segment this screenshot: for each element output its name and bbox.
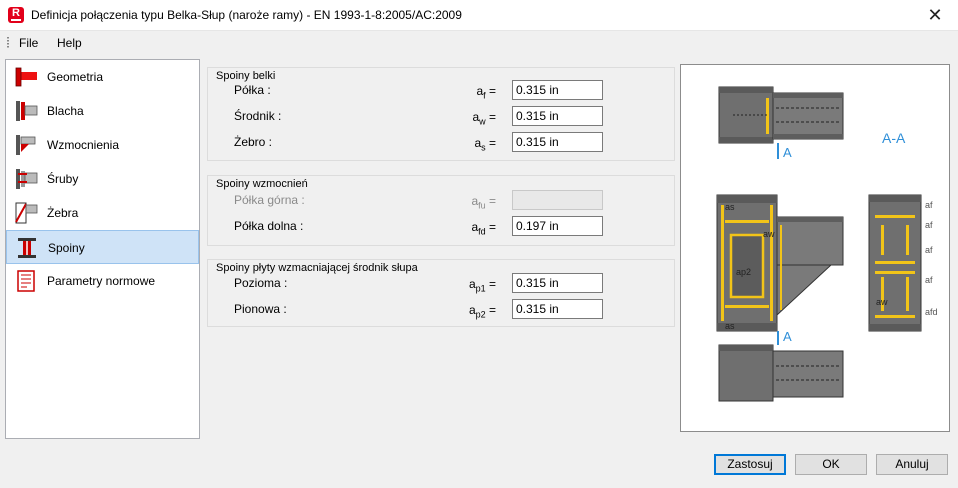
af-label-3: af <box>925 245 933 255</box>
sidebar-item-blacha[interactable]: Blacha <box>7 95 199 127</box>
sidebar-item-parametry-normowe[interactable]: Parametry normowe <box>7 265 199 297</box>
rib-weld-label: Żebro : <box>234 135 273 149</box>
geometry-icon <box>15 67 37 87</box>
upper-flange-weld-symbol: afu = <box>471 194 496 211</box>
cut-marker-bottom: A <box>783 329 792 344</box>
flange-weld-symbol: af = <box>476 84 496 101</box>
vertical-weld-symbol: ap2 = <box>468 303 496 320</box>
app-icon-letter: R <box>12 7 20 19</box>
menu-bar: File Help <box>0 32 958 54</box>
rib-weld-input[interactable]: 0.315 in <box>512 132 603 152</box>
aw-label-main: aw <box>763 229 775 239</box>
welds-icon <box>18 238 36 258</box>
web-weld-input[interactable]: 0.315 in <box>512 106 603 126</box>
upper-flange-weld-label: Półka górna : <box>234 193 305 207</box>
sidebar-item-label: Żebra <box>47 206 79 220</box>
sidebar-item-label: Geometria <box>47 70 104 84</box>
flange-weld-input[interactable]: 0.315 in <box>512 80 603 100</box>
af-label-1: af <box>925 200 933 210</box>
beam-welds-group: Spoiny belki Półka : af = 0.315 in Środn… <box>207 67 675 161</box>
top-detail <box>718 86 844 144</box>
sidebar-tree: Geometria Blacha Wzmocnienia Śruby Żebra <box>5 59 200 439</box>
sidebar-item-label: Wzmocnienia <box>47 138 120 152</box>
section-label: A-A <box>882 130 906 146</box>
sidebar-item-label: Blacha <box>47 104 84 118</box>
stiffeners-icon <box>16 135 36 155</box>
sidebar-item-label: Parametry normowe <box>47 274 156 288</box>
sidebar-item-geometria[interactable]: Geometria <box>7 61 199 93</box>
connection-preview: A A-A as aw ap2 as A aw af af af af afd <box>680 64 950 432</box>
sidebar-item-label: Spoiny <box>48 241 85 255</box>
group-title: Spoiny płyty wzmacniającej środnik słupa <box>216 262 418 274</box>
menu-file[interactable]: File <box>19 36 38 50</box>
sidebar-item-zebra[interactable]: Żebra <box>7 197 199 229</box>
web-plate-welds-group: Spoiny płyty wzmacniającej środnik słupa… <box>207 259 675 327</box>
flange-weld-label: Półka : <box>234 83 271 97</box>
ok-button[interactable]: OK <box>795 454 867 475</box>
menu-grip <box>7 37 9 49</box>
group-title: Spoiny belki <box>216 70 276 82</box>
stiffener-welds-group: Spoiny wzmocnień Półka górna : afu = Pół… <box>207 175 675 246</box>
aw-label-section: aw <box>876 297 888 307</box>
cancel-button[interactable]: Anuluj <box>876 454 948 475</box>
sidebar-item-sruby[interactable]: Śruby <box>7 163 199 195</box>
as-label-bottom: as <box>725 321 735 331</box>
vertical-weld-input[interactable]: 0.315 in <box>512 299 603 319</box>
web-weld-symbol: aw = <box>472 110 496 127</box>
sidebar-item-spoiny[interactable]: Spoiny <box>6 230 199 264</box>
plate-icon <box>16 101 38 121</box>
horizontal-weld-label: Pozioma : <box>234 276 288 290</box>
bolts-icon <box>16 169 38 189</box>
cut-marker-top: A <box>783 145 792 160</box>
af-label-4: af <box>925 275 933 285</box>
app-icon: R <box>8 7 24 23</box>
bottom-detail <box>718 344 844 402</box>
sidebar-item-label: Śruby <box>47 172 79 186</box>
title-bar: R Definicja połączenia typu Belka-Słup (… <box>0 0 958 31</box>
close-button[interactable]: ✕ <box>912 0 958 31</box>
apply-button[interactable]: Zastosuj <box>714 454 786 475</box>
horizontal-weld-symbol: ap1 = <box>468 277 496 294</box>
menu-help[interactable]: Help <box>57 36 82 50</box>
as-label-top: as <box>725 202 735 212</box>
ribs-icon <box>15 202 38 224</box>
group-title: Spoiny wzmocnień <box>216 178 308 190</box>
code-parameters-icon <box>17 270 35 292</box>
ap2-label: ap2 <box>736 267 751 277</box>
af-label-2: af <box>925 220 933 230</box>
vertical-weld-label: Pionowa : <box>234 302 287 316</box>
lower-flange-weld-symbol: afd = <box>471 220 496 237</box>
web-weld-label: Środnik : <box>234 109 282 123</box>
connection-drawing: A A-A as aw ap2 as A aw af af af af afd <box>716 86 938 402</box>
afd-label: afd <box>925 307 938 317</box>
sidebar-item-wzmocnienia[interactable]: Wzmocnienia <box>7 129 199 161</box>
lower-flange-weld-label: Półka dolna : <box>234 219 304 233</box>
section-aa-detail: aw af af af af afd <box>868 194 938 332</box>
upper-flange-weld-input <box>512 190 603 210</box>
main-joint-detail: as aw ap2 as <box>716 194 844 332</box>
horizontal-weld-input[interactable]: 0.315 in <box>512 273 603 293</box>
lower-flange-weld-input[interactable]: 0.197 in <box>512 216 603 236</box>
rib-weld-symbol: as = <box>474 136 496 153</box>
window-title: Definicja połączenia typu Belka-Słup (na… <box>31 8 462 22</box>
